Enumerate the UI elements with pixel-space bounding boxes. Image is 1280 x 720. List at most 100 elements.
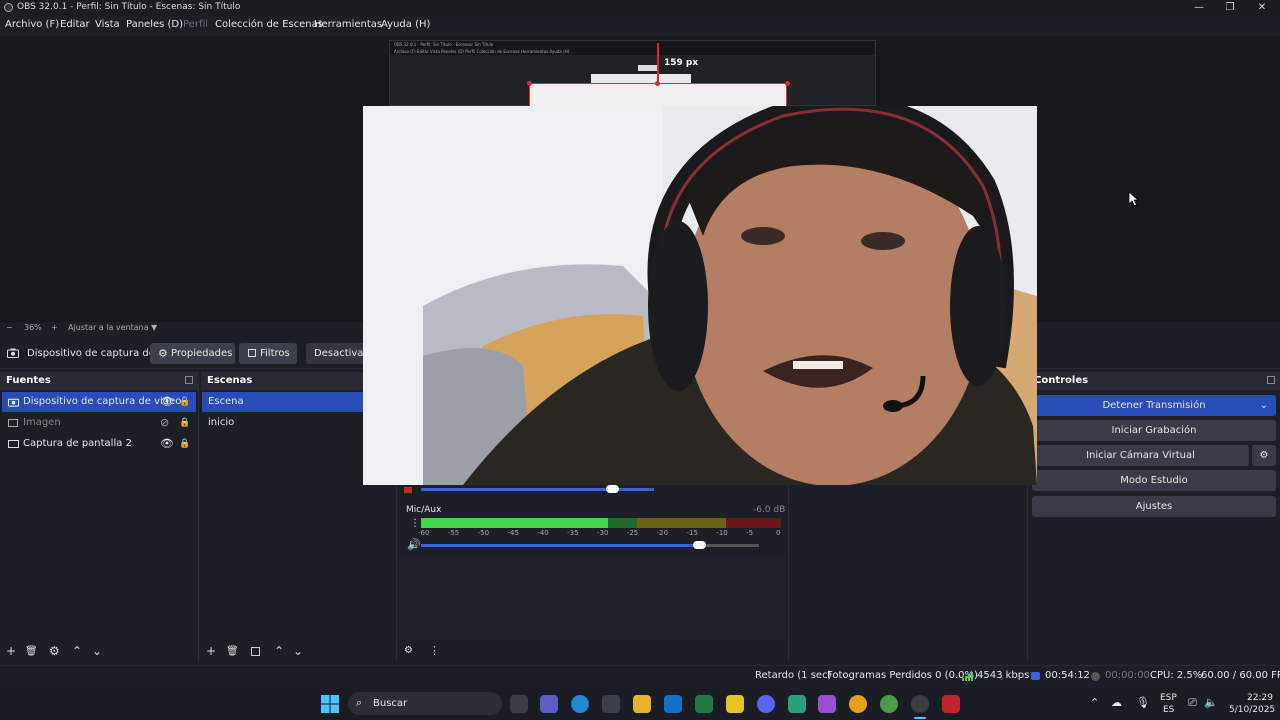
start-recording-button[interactable]: Iniciar Grabación [1032, 420, 1276, 441]
mic-db-value: -6.0 dB [753, 505, 786, 515]
sticky-notes-icon[interactable] [726, 695, 744, 713]
chevron-down-icon[interactable]: ⌄ [1260, 395, 1268, 416]
zoom-out-button[interactable]: − [6, 323, 13, 332]
mic-level-fill [421, 518, 609, 528]
windows-start-icon[interactable] [321, 695, 339, 713]
onedrive-icon[interactable]: ☁ [1111, 696, 1122, 709]
zoom-in-button[interactable]: + [51, 323, 58, 332]
menu-archivo[interactable]: Archivo (F) [5, 19, 59, 30]
volume-knob[interactable] [605, 485, 619, 493]
chrome-profile-icon[interactable] [880, 695, 898, 713]
lock-icon[interactable]: 🔒 [179, 434, 190, 454]
source-item[interactable]: Imagen ⊘ 🔒 [2, 413, 196, 433]
outlook-icon[interactable] [664, 695, 682, 713]
nested-menu: Archivo (F) Editar Vista Paneles (D) Per… [394, 49, 570, 54]
file-explorer-icon[interactable] [633, 695, 651, 713]
webcam-video [363, 106, 1037, 485]
microphone-icon[interactable]: 🎙 [1136, 696, 1150, 709]
eye-hidden-icon[interactable]: ⊘ [160, 413, 169, 433]
lock-icon[interactable]: 🔒 [179, 413, 190, 433]
taskbar-search[interactable]: ⌕ Buscar [348, 692, 502, 715]
mic-menu-icon[interactable]: ⋮ [410, 518, 420, 529]
language-indicator[interactable]: ESP [1160, 693, 1177, 703]
edge-icon[interactable] [571, 695, 589, 713]
add-source-button[interactable]: + [6, 644, 16, 658]
keyboard-layout[interactable]: ES [1163, 705, 1174, 715]
title-bar: OBS 32.0.1 - Perfil: Sin Título - Escena… [0, 0, 1280, 16]
zoom-dropdown-icon[interactable]: ▼ [151, 323, 157, 332]
source-properties-gear-icon[interactable]: ⚙ [49, 644, 60, 658]
fit-window-label[interactable]: Ajustar a la ventana [68, 323, 149, 332]
menu-herramientas[interactable]: Herramientas [314, 19, 382, 30]
source-label: Dispositivo de captura de video [23, 396, 182, 407]
add-scene-button[interactable]: + [206, 644, 216, 658]
discord-icon[interactable] [757, 695, 775, 713]
close-button[interactable]: ✕ [1247, 0, 1277, 16]
source-item[interactable]: Dispositivo de captura de video 👁 🔒 [2, 392, 196, 412]
transform-handle[interactable] [527, 81, 532, 86]
properties-button[interactable]: ⚙ Propiedades [150, 343, 235, 364]
desktop-volume-slider[interactable] [421, 488, 654, 491]
filters-button[interactable]: Filtros [239, 343, 297, 364]
source-item[interactable]: Captura de pantalla 2 👁 🔒 [2, 434, 196, 454]
move-up-icon[interactable]: ⌃ [72, 644, 82, 658]
remove-scene-icon[interactable]: 🗑 [226, 646, 239, 657]
scene-filters-icon[interactable] [251, 647, 260, 656]
maximize-button[interactable]: ❐ [1215, 0, 1245, 16]
filters-label: Filtros [260, 348, 290, 359]
store-icon[interactable] [602, 695, 620, 713]
scenes-title: Escenas [207, 375, 253, 386]
speaker-icon[interactable]: 🔊 [407, 538, 421, 551]
undock-icon[interactable] [185, 376, 193, 384]
chevron-up-icon[interactable]: ⌃ [1090, 696, 1099, 709]
move-down-icon[interactable]: ⌄ [92, 644, 102, 658]
mcafee-icon[interactable] [942, 695, 960, 713]
menu-paneles[interactable]: Paneles (D) [126, 19, 183, 30]
menu-coleccion-escenas[interactable]: Colección de Escenas [215, 19, 323, 30]
task-view-icon[interactable] [510, 695, 528, 713]
camera-icon [8, 398, 19, 407]
virtual-camera-gear-icon[interactable]: ⚙ [1252, 445, 1276, 466]
zoom-value: 36% [24, 323, 42, 332]
clock-date[interactable]: 5/10/2025 [1229, 705, 1275, 715]
eye-icon[interactable]: 👁 [160, 434, 174, 454]
obs-taskbar-icon[interactable] [911, 695, 929, 713]
chrome-icon[interactable] [849, 695, 867, 713]
excel-icon[interactable] [695, 695, 713, 713]
source-label: Imagen [23, 417, 61, 428]
record-icon [1091, 672, 1100, 681]
network-icon[interactable]: ⎚ [1188, 696, 1197, 710]
meter-tick-label: 0 [776, 529, 781, 537]
copilot-icon[interactable] [818, 695, 836, 713]
app-icon[interactable] [788, 695, 806, 713]
settings-button[interactable]: Ajustes [1032, 496, 1276, 517]
deactivate-button[interactable]: Desactivar [306, 343, 368, 364]
transform-handle[interactable] [655, 81, 660, 86]
volume-icon[interactable]: 🔈 [1204, 696, 1218, 709]
mic-volume-slider[interactable] [421, 544, 694, 547]
menu-editar[interactable]: Editar [60, 19, 90, 30]
menu-ayuda[interactable]: Ayuda (H) [381, 19, 430, 30]
menu-perfil[interactable]: Perfil [183, 19, 208, 30]
teams-icon[interactable] [540, 695, 558, 713]
transform-handle[interactable] [785, 81, 790, 86]
meter-tick-label: -5 [746, 529, 754, 537]
properties-label: Propiedades [171, 348, 233, 359]
minimize-button[interactable]: — [1184, 0, 1214, 16]
gear-icon: ⚙ [158, 347, 168, 360]
start-virtual-camera-button[interactable]: Iniciar Cámara Virtual [1032, 445, 1249, 466]
move-down-icon[interactable]: ⌄ [293, 644, 303, 658]
eye-icon[interactable]: 👁 [160, 392, 174, 412]
volume-knob[interactable] [693, 541, 707, 549]
undock-icon[interactable] [1267, 376, 1275, 384]
move-up-icon[interactable]: ⌃ [274, 644, 284, 658]
remove-source-icon[interactable]: 🗑 [25, 646, 38, 657]
stop-stream-button[interactable]: Detener Transmisión ⌄ [1032, 395, 1276, 416]
menu-vista[interactable]: Vista [95, 19, 120, 30]
studio-mode-button[interactable]: Modo Estudio [1032, 470, 1276, 491]
mixer-menu-icon[interactable]: ⋮ [429, 644, 440, 657]
clock-time[interactable]: 22:29 [1247, 693, 1273, 703]
mute-indicator [404, 487, 412, 493]
lock-icon[interactable]: 🔒 [179, 392, 190, 412]
advanced-audio-gear-icon[interactable]: ⚙ [404, 645, 413, 656]
